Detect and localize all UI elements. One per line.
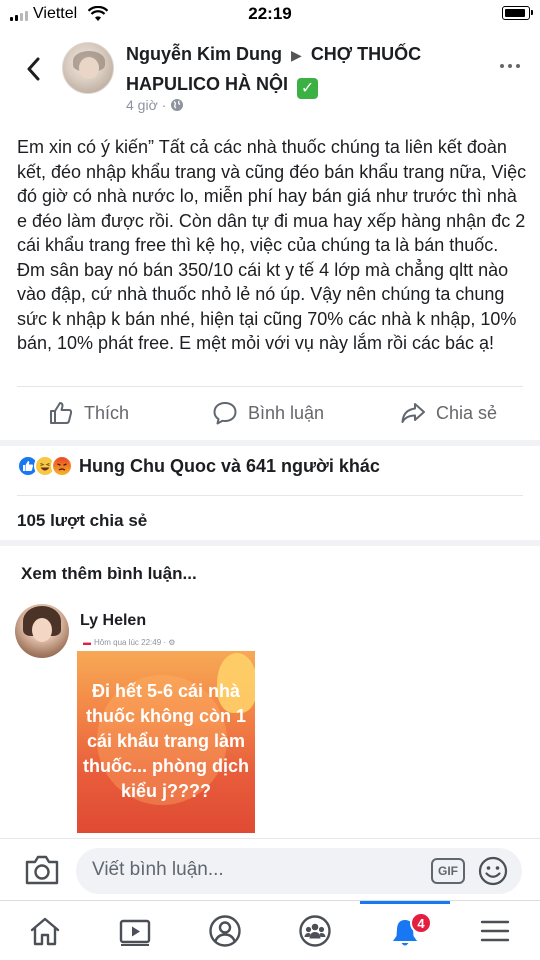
comment-input[interactable]	[92, 859, 412, 881]
comment-image-meta: ▬ Hôm qua lúc 22:49 · ⚙	[83, 638, 176, 647]
section-separator	[0, 540, 540, 546]
camera-button[interactable]	[24, 854, 60, 891]
divider	[17, 386, 523, 387]
shares-count[interactable]: 105 lượt chia sẻ	[17, 511, 147, 531]
chevron-left-icon	[27, 57, 40, 81]
emoji-button[interactable]	[476, 854, 510, 893]
share-label: Chia sẻ	[436, 402, 498, 423]
gif-button[interactable]: GIF	[431, 858, 465, 884]
tab-profile[interactable]	[180, 901, 270, 960]
profile-icon	[209, 915, 241, 947]
smiley-icon	[478, 856, 508, 886]
check-mark-icon: ✓	[297, 78, 319, 99]
post-time[interactable]: 4 giờ	[126, 97, 158, 113]
comment-image[interactable]: ▬ Hôm qua lúc 22:49 · ⚙ Đi hết 5-6 cái nh…	[77, 635, 255, 833]
camera-icon	[25, 855, 59, 885]
tab-watch[interactable]	[90, 901, 180, 960]
tab-notifications[interactable]: 4	[360, 901, 450, 960]
share-arrow-icon	[401, 403, 425, 423]
comment-label: Bình luận	[248, 402, 325, 423]
comment-image-text: Đi hết 5-6 cái nhà thuốc không còn 1 cái…	[83, 681, 249, 801]
more-options-button[interactable]	[500, 64, 520, 68]
tab-groups[interactable]	[270, 901, 360, 960]
post-text: Em xin có ý kiến” Tất cả các nhà thuốc c…	[17, 137, 527, 353]
commenter-avatar[interactable]	[15, 604, 69, 658]
meta-separator: ·	[161, 97, 167, 113]
section-separator	[0, 440, 540, 446]
arrow-right-icon: ▶	[291, 47, 302, 63]
post-action-bar: Thích Bình luận Chia sẻ	[0, 392, 540, 436]
share-button[interactable]: Chia sẻ	[400, 400, 497, 426]
commenter-name[interactable]: Ly Helen	[80, 612, 146, 630]
notification-badge: 4	[410, 912, 432, 934]
back-button[interactable]	[18, 52, 48, 86]
groups-icon	[299, 915, 331, 947]
thumbs-up-icon	[50, 402, 73, 424]
status-bar: Viettel 22:19	[0, 0, 540, 28]
home-icon	[30, 917, 60, 946]
view-more-comments-link[interactable]: Xem thêm bình luận...	[21, 564, 197, 584]
divider	[17, 495, 523, 496]
menu-icon	[480, 920, 510, 942]
comment-bubble-icon	[213, 402, 237, 425]
reactions-text[interactable]: Hung Chu Quoc và 641 người khác	[79, 456, 380, 477]
comment-composer: GIF	[0, 838, 540, 900]
post-header-title: Nguyễn Kim Dung ▶ CHỢ THUỐC HAPULICO HÀ …	[126, 40, 466, 99]
post-meta: 4 giờ ·	[126, 97, 184, 113]
bottom-tab-bar: 4	[0, 900, 540, 960]
reactions-summary[interactable]: Hung Chu Quoc và 641 người khác	[17, 455, 380, 477]
tab-home[interactable]	[0, 901, 90, 960]
angry-icon	[51, 455, 73, 477]
like-button[interactable]: Thích	[48, 400, 129, 426]
comment-button[interactable]: Bình luận	[212, 400, 324, 426]
author-avatar[interactable]	[62, 42, 114, 94]
tab-menu[interactable]	[450, 901, 540, 960]
like-label: Thích	[84, 402, 130, 423]
battery-icon	[502, 6, 533, 20]
author-name-link[interactable]: Nguyễn Kim Dung	[126, 44, 282, 64]
comment-box: GIF	[76, 848, 522, 894]
globe-icon	[171, 99, 184, 111]
watch-icon	[119, 919, 151, 946]
status-time: 22:19	[248, 4, 292, 23]
